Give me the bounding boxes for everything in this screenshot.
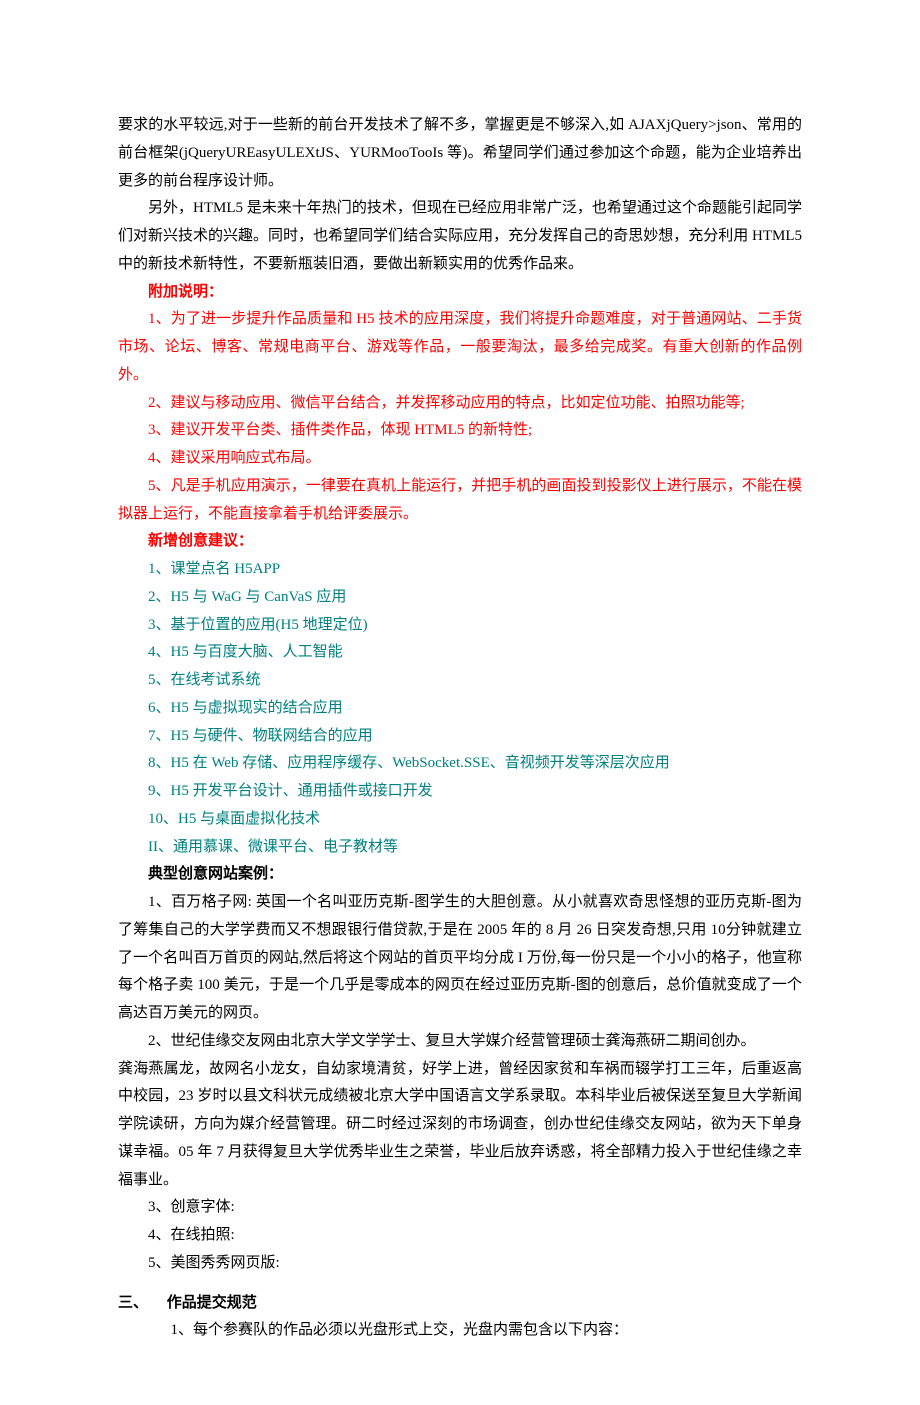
case-3: 3、创意字体: <box>118 1194 802 1222</box>
section-title: 作品提交规范 <box>167 1295 257 1311</box>
paragraph-intro-2: 另外，HTML5 是未来十年热门的技术，但现在已经应用非常广泛，也希望通过这个命… <box>118 195 802 278</box>
idea-4: 4、H5 与百度大脑、人工智能 <box>118 639 802 667</box>
document-page: 要求的水平较远,对于一些新的前台开发技术了解不多，掌握更是不够深入,如 AJAX… <box>0 0 920 1405</box>
section-3-heading: 三、 作品提交规范 <box>118 1290 802 1318</box>
case-2-intro: 2、世纪佳缘交友网由北京大学文学学士、复旦大学媒介经营管理硕士龚海燕研二期间创办… <box>118 1028 802 1056</box>
add-note-3: 3、建议开发平台类、插件类作品，体现 HTML5 的新特性; <box>118 417 802 445</box>
case-1: 1、百万格子网: 英国一个名叫亚历克斯-图学生的大胆创意。从小就喜欢奇思怪想的亚… <box>118 889 802 1028</box>
idea-1: 1、课堂点名 H5APP <box>118 556 802 584</box>
case-4: 4、在线拍照: <box>118 1222 802 1250</box>
heading-new-ideas: 新增创意建议： <box>118 528 802 556</box>
add-note-2: 2、建议与移动应用、微信平台结合，并发挥移动应用的特点，比如定位功能、拍照功能等… <box>118 390 802 418</box>
submission-rule-1: 1、每个参赛队的作品必须以光盘形式上交，光盘内需包含以下内容： <box>118 1317 802 1345</box>
add-note-5: 5、凡是手机应用演示，一律要在真机上能运行，并把手机的画面投到投影仪上进行展示，… <box>118 473 802 529</box>
idea-11: II、通用慕课、微课平台、电子教材等 <box>118 834 802 862</box>
idea-9: 9、H5 开发平台设计、通用插件或接口开发 <box>118 778 802 806</box>
section-number: 三、 <box>118 1290 163 1318</box>
idea-5: 5、在线考试系统 <box>118 667 802 695</box>
idea-7: 7、H5 与硬件、物联网结合的应用 <box>118 723 802 751</box>
case-5: 5、美图秀秀网页版: <box>118 1250 802 1278</box>
case-2-body: 龚海燕属龙，故网名小龙女，自幼家境清贫，好学上进，曾经因家贫和车祸而辍学打工三年… <box>118 1056 802 1195</box>
idea-10: 10、H5 与桌面虚拟化技术 <box>118 806 802 834</box>
heading-case-studies: 典型创意网站案例： <box>118 861 802 889</box>
idea-3: 3、基于位置的应用(H5 地理定位) <box>118 612 802 640</box>
add-note-4: 4、建议采用响应式布局。 <box>118 445 802 473</box>
idea-6: 6、H5 与虚拟现实的结合应用 <box>118 695 802 723</box>
heading-additional-notes: 附加说明： <box>118 279 802 307</box>
idea-2: 2、H5 与 WaG 与 CanVaS 应用 <box>118 584 802 612</box>
add-note-1: 1、为了进一步提升作品质量和 H5 技术的应用深度，我们将提升命题难度，对于普通… <box>118 306 802 389</box>
idea-8: 8、H5 在 Web 存储、应用程序缓存、WebSocket.SSE、音视频开发… <box>118 750 802 778</box>
paragraph-intro-1: 要求的水平较远,对于一些新的前台开发技术了解不多，掌握更是不够深入,如 AJAX… <box>118 112 802 195</box>
